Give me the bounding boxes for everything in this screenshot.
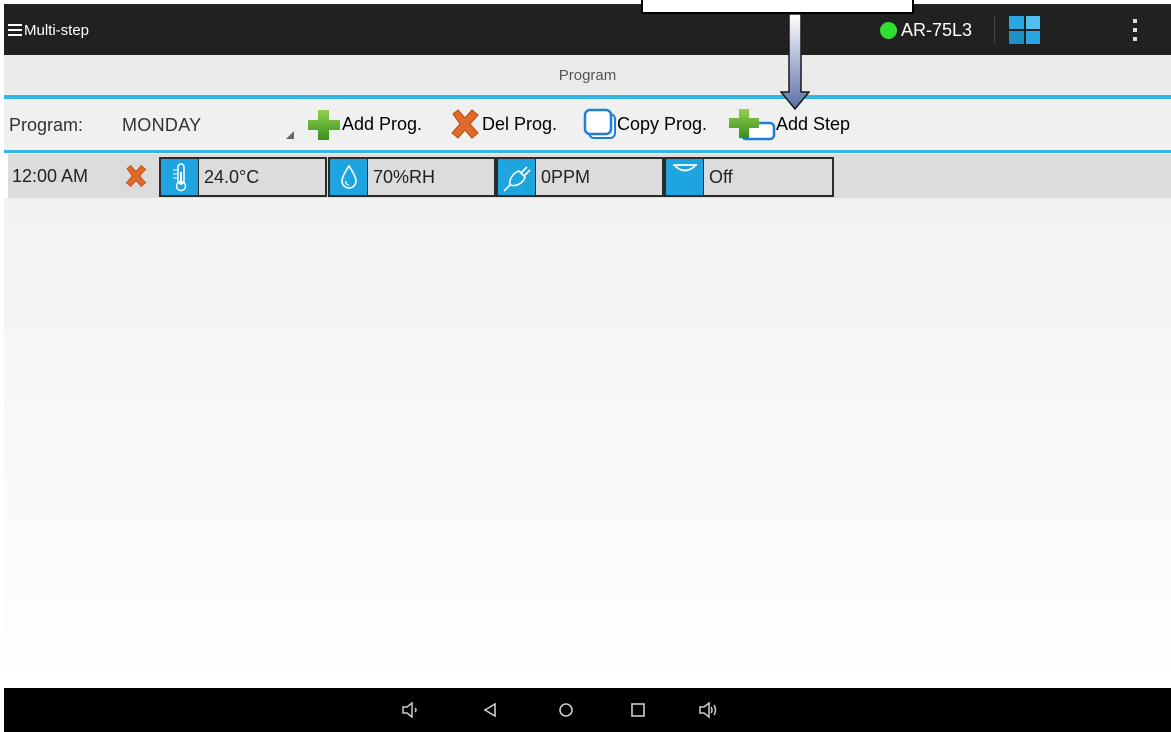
volume-down-icon[interactable]: [400, 700, 420, 720]
lamp-icon: [666, 159, 704, 195]
add-step-button[interactable]: Add Step: [728, 107, 850, 141]
humidity-value: 70%RH: [373, 166, 436, 187]
action-bar: Multi-step AR-75L3: [4, 4, 1171, 55]
program-select-value: MONDAY: [122, 115, 202, 135]
add-program-button[interactable]: Add Prog.: [306, 107, 422, 141]
temperature-setting[interactable]: 24.0°C: [159, 157, 327, 197]
system-nav-bar: [4, 688, 1171, 732]
light-value: Off: [709, 166, 733, 187]
grid-icon[interactable]: [1009, 16, 1040, 44]
co2-value: 0PPM: [541, 166, 591, 187]
device-indicator[interactable]: AR-75L3: [880, 17, 972, 43]
dropdown-indicator-icon: [286, 131, 294, 139]
program-label: Program:: [9, 115, 84, 135]
copy-program-label: Copy Prog.: [617, 113, 708, 134]
home-icon[interactable]: [556, 700, 576, 720]
light-setting[interactable]: Off: [664, 157, 834, 197]
add-step-label: Add Step: [776, 113, 851, 134]
hamburger-icon: [8, 24, 22, 36]
volume-up-icon[interactable]: [698, 700, 718, 720]
recents-icon[interactable]: [628, 700, 648, 720]
program-toolbar: Program: MONDAY Add Prog. Del Prog. Copy…: [4, 99, 1171, 151]
delete-program-button[interactable]: Del Prog.: [448, 107, 557, 141]
thermometer-icon: [161, 159, 199, 195]
co2-setting[interactable]: 0PPM: [496, 157, 664, 197]
droplet-icon: [330, 159, 368, 195]
plug-icon: [498, 159, 536, 195]
toolbar-divider: [4, 150, 1171, 153]
copy-icon: [583, 108, 616, 139]
divider: [994, 16, 995, 44]
menu-button[interactable]: Multi-step: [8, 18, 89, 42]
device-name: AR-75L3: [901, 19, 973, 40]
delete-x-icon: [451, 109, 479, 139]
step-time[interactable]: 12:00 AM: [12, 166, 88, 187]
menu-title: Multi-step: [24, 21, 90, 39]
overflow-menu-icon[interactable]: [1132, 19, 1138, 41]
humidity-setting[interactable]: 70%RH: [328, 157, 496, 197]
add-program-label: Add Prog.: [342, 113, 423, 134]
annotation-arrow-icon: [780, 14, 810, 110]
tab-bar: Program: [4, 55, 1171, 97]
annotation-callout-box: [641, 0, 914, 14]
delete-program-label: Del Prog.: [482, 113, 558, 134]
step-list-area: [4, 198, 1171, 688]
copy-program-button[interactable]: Copy Prog.: [583, 107, 707, 141]
add-step-icon: [729, 109, 776, 141]
back-icon[interactable]: [480, 700, 500, 720]
temperature-value: 24.0°C: [204, 166, 260, 187]
plus-icon: [308, 110, 340, 140]
delete-step-icon[interactable]: [123, 164, 149, 188]
status-dot-icon: [880, 21, 897, 39]
tab-program[interactable]: Program: [4, 67, 1171, 84]
program-select[interactable]: MONDAY: [122, 108, 298, 142]
step-row: 12:00 AM 24.0°C 70%RH 0PPM Off: [8, 154, 1171, 198]
